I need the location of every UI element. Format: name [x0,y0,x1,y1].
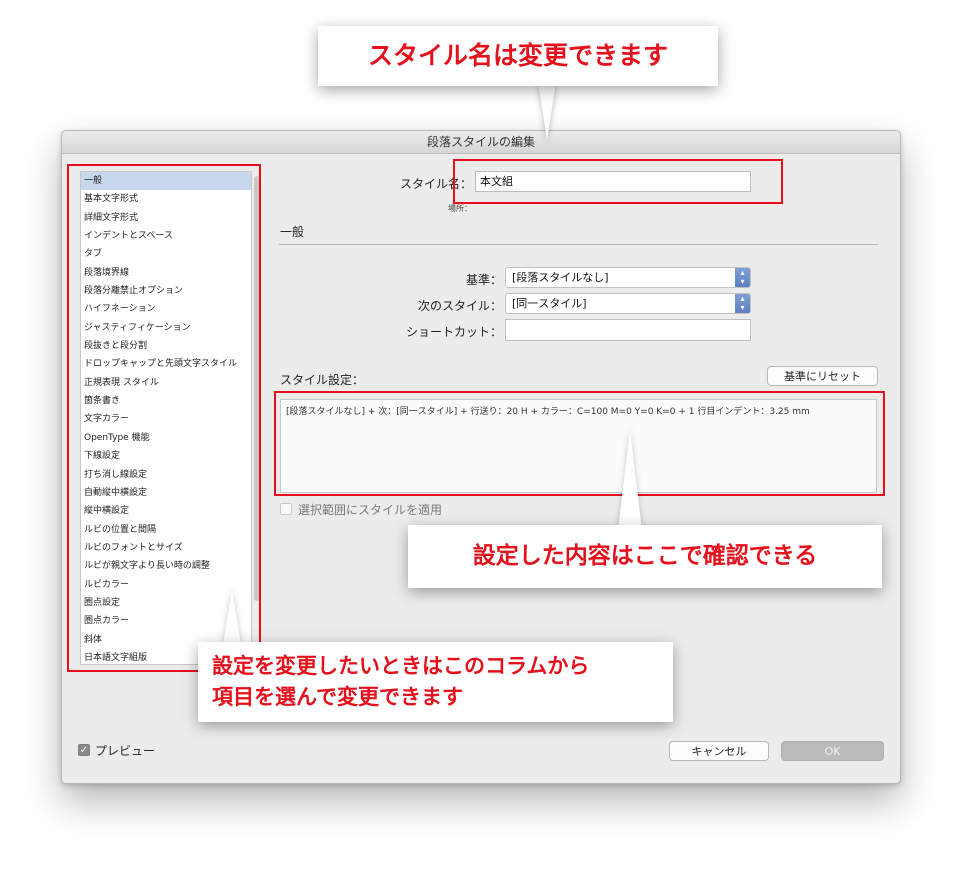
reset-to-base-button[interactable]: 基準にリセット [767,366,878,386]
ok-button[interactable]: OK [781,741,884,761]
callout-line-2: 項目を選んで変更できます [212,685,463,709]
style-name-highlight [453,159,783,204]
cancel-button[interactable]: キャンセル [669,741,769,761]
based-on-label: 基準： [465,273,502,287]
style-settings-label: スタイル設定： [280,373,365,387]
style-settings-highlight [274,391,885,496]
section-divider [279,244,878,245]
callout-line-1: 設定を変更したいときはこのコラムから [212,654,590,678]
callout-tail [538,82,556,140]
based-on-select[interactable]: [段落スタイルなし] ▴ ▾ [505,267,751,288]
shortcut-label: ショートカット： [405,325,502,339]
category-list-callout: 設定を変更したいときはこのコラムから 項目を選んで変更できます [198,642,673,722]
chevron-updown-icon: ▴ ▾ [735,268,750,287]
apply-style-checkbox[interactable] [280,503,292,515]
callout-tail [618,430,642,530]
apply-style-label: 選択範囲にスタイルを適用 [298,503,443,517]
shortcut-input[interactable] [505,319,751,341]
style-settings-callout: 設定した内容はここで確認できる [408,525,882,588]
dialog-title: 段落スタイルの編集 [62,131,900,154]
checkmark-icon: ✓ [79,745,89,756]
location-label: 場所： [448,204,472,213]
chevron-updown-icon: ▴ ▾ [735,294,750,313]
next-style-select[interactable]: [同一スタイル] ▴ ▾ [505,293,751,314]
next-style-value: [同一スタイル] [512,297,587,310]
preview-checkbox[interactable]: ✓ [78,744,90,756]
based-on-value: [段落スタイルなし] [512,271,609,284]
style-name-callout: スタイル名は変更できます [318,26,718,86]
section-title: 一般 [280,225,305,239]
next-style-label: 次のスタイル： [417,299,502,313]
callout-tail [222,590,242,650]
preview-label: プレビュー [95,744,156,758]
